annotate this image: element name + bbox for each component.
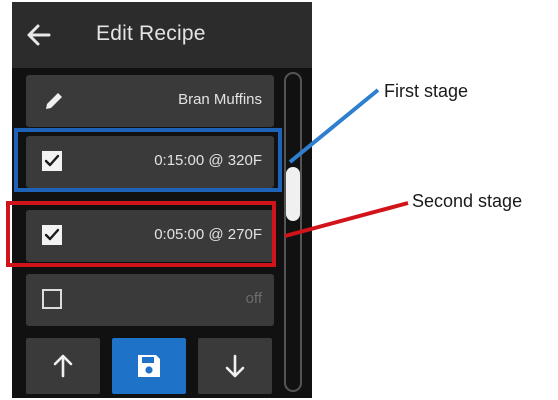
first-stage-annotation: First stage <box>384 81 469 101</box>
second-stage-callout-line <box>284 201 409 238</box>
second-stage-annotation: Second stage <box>412 191 523 211</box>
first-stage-callout-line <box>288 88 380 164</box>
